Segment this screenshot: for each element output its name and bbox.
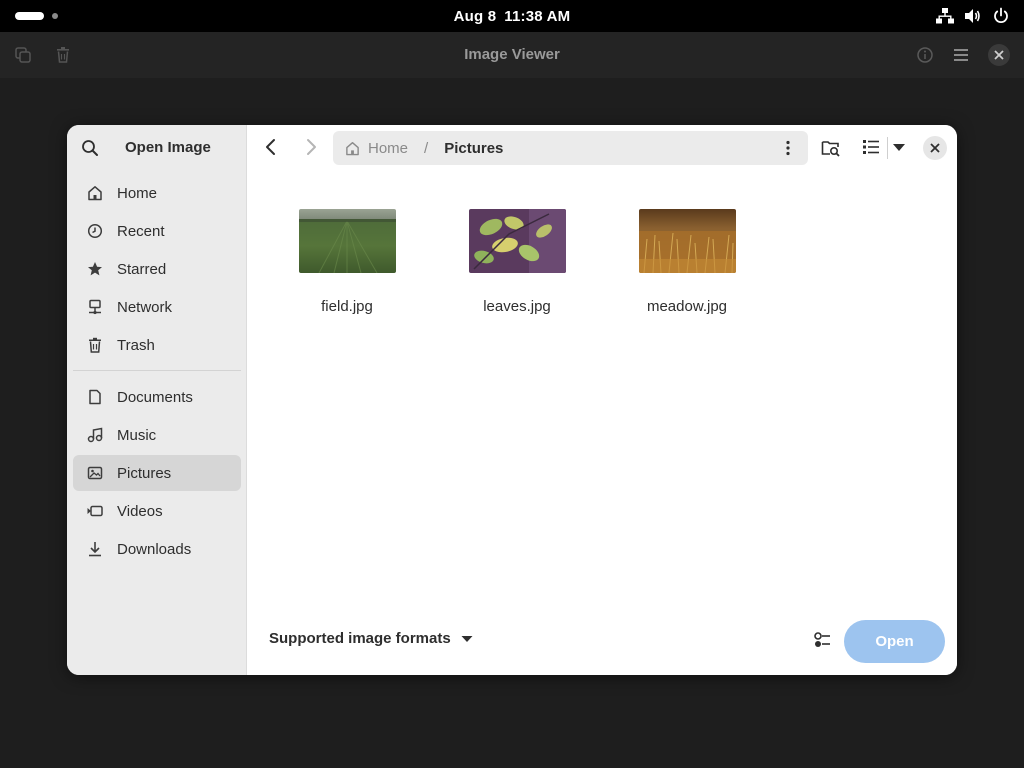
network-icon xyxy=(89,299,101,315)
sidebar-item-label: Downloads xyxy=(117,540,192,558)
sidebar-item-starred[interactable]: Starred xyxy=(73,251,241,287)
breadcrumb-current[interactable]: Pictures xyxy=(444,140,503,157)
clock-date: Aug 8 xyxy=(453,7,497,25)
sidebar-item-videos[interactable]: Videos xyxy=(73,493,241,529)
system-tray[interactable] xyxy=(936,6,1010,26)
view-options-dropdown-icon[interactable] xyxy=(892,141,906,155)
chevron-down-icon xyxy=(461,635,473,642)
sidebar-item-label: Pictures xyxy=(117,464,172,482)
activities-indicator[interactable] xyxy=(15,11,58,21)
meadow-image xyxy=(638,209,736,273)
search-icon[interactable] xyxy=(81,139,99,157)
clock-time: 11:38 AM xyxy=(504,7,571,25)
workspace-dot xyxy=(52,13,58,19)
sidebar-item-recent[interactable]: Recent xyxy=(73,213,241,249)
breadcrumb-home[interactable]: Home xyxy=(345,140,408,157)
forward-icon[interactable] xyxy=(301,137,321,157)
home-icon xyxy=(88,186,102,201)
file-name: field.jpg xyxy=(321,298,373,315)
places-sidebar: Open Image Home Recent Starred Network T… xyxy=(67,125,247,675)
music-icon xyxy=(87,427,103,443)
viewer-title: Image Viewer xyxy=(464,46,560,63)
network-icon xyxy=(936,8,954,24)
clock-icon xyxy=(87,223,103,239)
open-button[interactable]: Open xyxy=(844,620,945,663)
sidebar-item-network[interactable]: Network xyxy=(73,289,241,325)
dialog-title: Open Image xyxy=(125,139,211,156)
clock[interactable]: Aug 8 11:38 AM xyxy=(454,8,571,25)
copy-icon[interactable] xyxy=(14,46,32,64)
file-name: meadow.jpg xyxy=(646,298,728,315)
star-icon xyxy=(88,262,102,276)
sidebar-separator xyxy=(73,370,241,371)
sidebar-item-home[interactable]: Home xyxy=(73,175,241,211)
volume-icon xyxy=(965,9,980,23)
thumbnail-leaves xyxy=(468,209,566,273)
close-icon xyxy=(994,50,1004,60)
open-image-dialog: Open Image Home Recent Starred Network T… xyxy=(67,125,957,675)
pictures-icon xyxy=(87,466,103,480)
menu-icon[interactable] xyxy=(952,46,970,64)
sidebar-item-label: Music xyxy=(117,426,157,444)
thumbnail-meadow xyxy=(638,209,736,273)
path-bar: Home / Pictures xyxy=(333,131,808,165)
toolbar-divider xyxy=(887,137,888,159)
sidebar-item-label: Documents xyxy=(117,388,193,406)
sidebar-item-label: Videos xyxy=(117,502,163,520)
file-item-leaves[interactable]: leaves.jpg xyxy=(447,209,587,329)
breadcrumb-separator: / xyxy=(424,139,429,157)
sidebar-item-label: Network xyxy=(117,298,173,316)
folder-search-icon[interactable] xyxy=(821,138,841,158)
viewer-close-button[interactable] xyxy=(988,44,1010,66)
viewer-headerbar: Image Viewer xyxy=(0,32,1024,78)
sidebar-item-label: Trash xyxy=(117,336,155,354)
power-icon xyxy=(994,7,1008,23)
sidebar-item-label: Recent xyxy=(117,222,165,240)
sidebar-item-label: Home xyxy=(117,184,158,202)
trash-icon[interactable] xyxy=(54,46,72,64)
options-icon[interactable] xyxy=(813,631,831,649)
filter-label: Supported image formats xyxy=(269,630,451,647)
home-icon xyxy=(346,141,359,155)
sidebar-item-music[interactable]: Music xyxy=(73,417,241,453)
sidebar-item-downloads[interactable]: Downloads xyxy=(73,531,241,567)
sidebar-item-trash[interactable]: Trash xyxy=(73,327,241,363)
file-type-filter-dropdown[interactable]: Supported image formats xyxy=(269,630,473,647)
sidebar-item-pictures[interactable]: Pictures xyxy=(73,455,241,491)
file-item-field[interactable]: field.jpg xyxy=(277,209,417,329)
top-bar: Aug 8 11:38 AM xyxy=(0,0,1024,32)
sidebar-item-documents[interactable]: Documents xyxy=(73,379,241,415)
breadcrumb-home-label: Home xyxy=(368,139,409,157)
field-image xyxy=(298,209,396,273)
close-icon xyxy=(930,143,940,153)
workspace-active-pill xyxy=(15,12,44,20)
sidebar-item-label: Starred xyxy=(117,260,167,278)
dialog-footer: Supported image formats Open xyxy=(247,618,957,663)
leaves-image xyxy=(468,209,566,273)
back-icon[interactable] xyxy=(261,137,281,157)
file-name: leaves.jpg xyxy=(483,298,551,315)
dialog-toolbar: Home / Pictures xyxy=(247,125,957,171)
file-browser-pane: Home / Pictures field.jpg leaves.jpg mea… xyxy=(247,125,957,675)
dialog-close-button[interactable] xyxy=(923,136,947,160)
file-grid: field.jpg leaves.jpg meadow.jpg xyxy=(247,205,957,605)
video-icon xyxy=(87,505,103,517)
more-options-icon[interactable] xyxy=(780,140,796,156)
file-item-meadow[interactable]: meadow.jpg xyxy=(617,209,757,329)
sidebar-list: Home Recent Starred Network Trash Docume… xyxy=(73,175,241,569)
trash-icon xyxy=(89,337,101,353)
sidebar-header: Open Image xyxy=(67,125,247,171)
list-view-icon[interactable] xyxy=(862,138,880,156)
info-icon[interactable] xyxy=(916,46,934,64)
thumbnail-field xyxy=(298,209,396,273)
document-icon xyxy=(89,389,101,405)
download-icon xyxy=(89,542,101,557)
